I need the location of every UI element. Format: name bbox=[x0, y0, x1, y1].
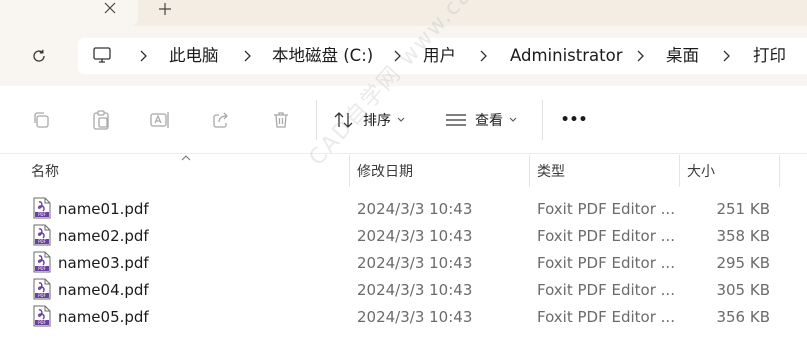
paste-icon[interactable] bbox=[89, 108, 113, 132]
file-size: 295 KB bbox=[716, 254, 770, 272]
pdf-file-icon: PDF bbox=[33, 251, 51, 273]
breadcrumb-administrator[interactable]: Administrator bbox=[510, 46, 622, 66]
address-bar[interactable]: 此电脑 本地磁盘 (C:) 用户 Administrator 桌面 打印 bbox=[78, 38, 807, 74]
file-list: PDF name01.pdf 2024/3/3 10:43 Foxit PDF Edi… bbox=[0, 196, 807, 331]
pdf-file-icon: PDF bbox=[33, 305, 51, 327]
breadcrumb-this-pc[interactable]: 此电脑 bbox=[169, 46, 219, 66]
column-divider[interactable] bbox=[779, 155, 780, 187]
column-divider[interactable] bbox=[679, 155, 680, 187]
file-type: Foxit PDF Editor ... bbox=[537, 308, 675, 326]
column-date[interactable]: 修改日期 bbox=[357, 155, 529, 187]
delete-icon[interactable] bbox=[269, 108, 293, 132]
file-row[interactable]: PDF name02.pdf 2024/3/3 10:43 Foxit PDF Edi… bbox=[0, 223, 807, 250]
computer-icon[interactable] bbox=[92, 45, 114, 67]
column-header: 名称 修改日期 类型 大小 bbox=[0, 155, 807, 187]
chevron-right-icon bbox=[480, 50, 487, 62]
column-divider[interactable] bbox=[349, 155, 350, 187]
file-size: 356 KB bbox=[716, 308, 770, 326]
file-date: 2024/3/3 10:43 bbox=[357, 254, 473, 272]
file-date: 2024/3/3 10:43 bbox=[357, 308, 473, 326]
file-name: name05.pdf bbox=[58, 308, 149, 326]
file-row[interactable]: PDF name01.pdf 2024/3/3 10:43 Foxit PDF Edi… bbox=[0, 196, 807, 223]
view-icon bbox=[446, 114, 466, 126]
rename-icon[interactable] bbox=[148, 108, 172, 132]
file-name: name04.pdf bbox=[58, 281, 149, 299]
breadcrumb-print[interactable]: 打印 bbox=[753, 46, 786, 66]
file-size: 251 KB bbox=[716, 200, 770, 218]
file-date: 2024/3/3 10:43 bbox=[357, 281, 473, 299]
file-date: 2024/3/3 10:43 bbox=[357, 227, 473, 245]
file-type: Foxit PDF Editor ... bbox=[537, 227, 675, 245]
column-size[interactable]: 大小 bbox=[687, 155, 779, 187]
chevron-down-icon bbox=[509, 117, 517, 122]
svg-text:PDF: PDF bbox=[38, 266, 46, 271]
file-name: name01.pdf bbox=[58, 200, 149, 218]
chevron-right-icon bbox=[140, 50, 147, 62]
active-tab[interactable] bbox=[0, 0, 138, 26]
pdf-file-icon: PDF bbox=[33, 197, 51, 219]
file-type: Foxit PDF Editor ... bbox=[537, 200, 675, 218]
plus-icon[interactable] bbox=[154, 0, 176, 20]
column-divider[interactable] bbox=[529, 155, 530, 187]
file-type: Foxit PDF Editor ... bbox=[537, 281, 675, 299]
file-type: Foxit PDF Editor ... bbox=[537, 254, 675, 272]
close-icon[interactable] bbox=[100, 0, 120, 18]
svg-text:PDF: PDF bbox=[38, 320, 46, 325]
breadcrumb-local-disk[interactable]: 本地磁盘 (C:) bbox=[272, 46, 373, 66]
file-size: 305 KB bbox=[716, 281, 770, 299]
svg-text:PDF: PDF bbox=[38, 293, 46, 298]
file-size: 358 KB bbox=[716, 227, 770, 245]
chevron-right-icon bbox=[244, 50, 251, 62]
view-button[interactable]: 查看 bbox=[445, 108, 517, 132]
breadcrumb-desktop[interactable]: 桌面 bbox=[666, 46, 699, 66]
toolbar-divider bbox=[542, 100, 543, 140]
column-name[interactable]: 名称 bbox=[31, 155, 349, 187]
file-name: name03.pdf bbox=[58, 254, 149, 272]
chevron-right-icon bbox=[723, 50, 730, 62]
file-row[interactable]: PDF name04.pdf 2024/3/3 10:43 Foxit PDF Edi… bbox=[0, 277, 807, 304]
tab-strip bbox=[0, 0, 807, 26]
file-row[interactable]: PDF name03.pdf 2024/3/3 10:43 Foxit PDF Edi… bbox=[0, 250, 807, 277]
refresh-icon[interactable] bbox=[28, 45, 50, 67]
copy-icon[interactable] bbox=[29, 108, 53, 132]
chevron-down-icon bbox=[397, 117, 405, 122]
more-options-button[interactable]: ••• bbox=[561, 108, 588, 132]
svg-text:PDF: PDF bbox=[38, 239, 46, 244]
share-icon[interactable] bbox=[209, 108, 233, 132]
pdf-file-icon: PDF bbox=[33, 278, 51, 300]
view-label: 查看 bbox=[475, 113, 503, 129]
svg-text:PDF: PDF bbox=[38, 212, 46, 217]
file-name: name02.pdf bbox=[58, 227, 149, 245]
file-row[interactable]: PDF name05.pdf 2024/3/3 10:43 Foxit PDF Edi… bbox=[0, 304, 807, 331]
file-date: 2024/3/3 10:43 bbox=[357, 200, 473, 218]
pdf-file-icon: PDF bbox=[33, 224, 51, 246]
command-bar: 排序 查看 ••• bbox=[0, 86, 807, 154]
chevron-right-icon bbox=[637, 50, 644, 62]
column-type[interactable]: 类型 bbox=[537, 155, 679, 187]
